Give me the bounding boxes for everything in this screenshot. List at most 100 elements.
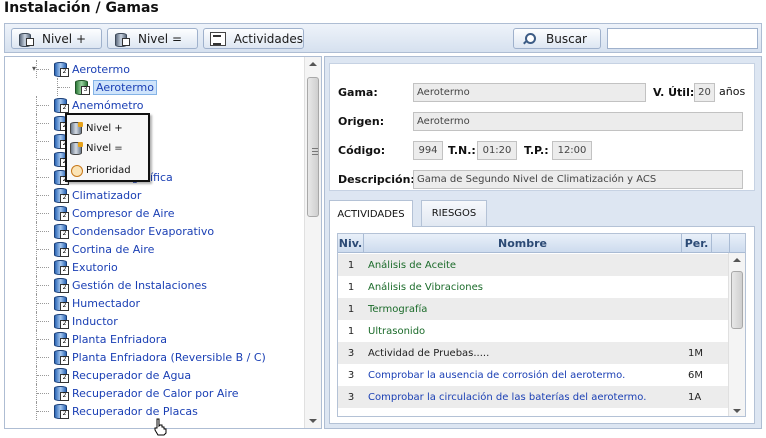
scroll-up-icon[interactable] xyxy=(309,62,317,66)
tree-item[interactable]: Recuperador de Agua xyxy=(5,366,191,384)
tree-item-label: Planta Enfriadora xyxy=(72,332,168,346)
tab-riesgos[interactable]: RIESGOS xyxy=(421,200,487,226)
context-menu: Nivel + Nivel = Prioridad xyxy=(65,113,150,182)
tree-item[interactable]: Compresor de Aire xyxy=(5,204,175,222)
buscar-button[interactable]: Buscar xyxy=(513,28,601,49)
tree-item[interactable]: Recuperador de Placas xyxy=(5,402,198,420)
vutil-field[interactable]: 20 xyxy=(694,83,715,102)
table-row[interactable]: 1 Ultrasonido xyxy=(338,320,730,342)
gama-node-icon xyxy=(53,223,69,239)
actividades-button[interactable]: Actividades xyxy=(203,28,304,49)
scroll-down-icon[interactable] xyxy=(309,419,317,423)
table-row[interactable]: 3 Comprobar la circulación de las batería… xyxy=(338,386,730,408)
expand-icon[interactable] xyxy=(32,191,40,199)
gamas-tree[interactable]: ▾AerotermoAerotermoAnemómetroCSCámara Fr… xyxy=(4,56,322,429)
gama-node-icon xyxy=(53,187,69,203)
gama-field[interactable]: Aerotermo xyxy=(413,83,646,102)
tree-item[interactable]: Cortina de Aire xyxy=(5,240,154,258)
expand-icon[interactable] xyxy=(32,209,40,217)
gama-node-icon xyxy=(53,313,69,329)
tab-actividades[interactable]: ACTIVIDADES xyxy=(329,200,413,227)
nivel-plus-label: Nivel + xyxy=(42,31,86,46)
column-header-nombre[interactable]: Nombre xyxy=(364,234,682,253)
expand-icon[interactable] xyxy=(32,263,40,271)
expand-icon[interactable] xyxy=(32,137,40,145)
nivel-plus-button[interactable]: Nivel + xyxy=(11,28,102,49)
column-header-niv[interactable]: Niv. xyxy=(338,234,364,253)
tree-item[interactable]: Humectador xyxy=(5,294,140,312)
table-row[interactable]: 1 Análisis de Vibraciones xyxy=(338,276,730,298)
tree-item[interactable]: Planta Enfriadora xyxy=(5,330,167,348)
tree-item[interactable]: Inductor xyxy=(5,312,118,330)
tn-field[interactable]: 01:20 xyxy=(477,141,517,160)
tree-scroll-thumb[interactable] xyxy=(307,77,319,217)
codigo-field[interactable]: 994 xyxy=(413,141,443,160)
tree-item-label: Cortina de Aire xyxy=(72,242,155,256)
grid-scroll-thumb[interactable] xyxy=(731,271,743,329)
tree-item[interactable]: ▾ Aerotermo xyxy=(5,60,130,78)
tp-field[interactable]: 12:00 xyxy=(552,141,592,160)
toolbar: Nivel + Nivel = Actividades Buscar xyxy=(4,23,762,53)
cell-niv: 1 xyxy=(347,303,355,315)
expand-icon[interactable] xyxy=(32,299,40,307)
scroll-down-icon[interactable] xyxy=(733,409,741,413)
collapse-icon[interactable]: ▾ xyxy=(32,65,40,73)
table-row[interactable]: 1 Análisis de Aceite xyxy=(338,254,730,276)
context-menu-item-label: Prioridad xyxy=(86,164,131,176)
expand-icon[interactable] xyxy=(32,173,40,181)
cell-niv: 3 xyxy=(347,391,355,403)
expand-icon[interactable] xyxy=(32,101,40,109)
database-icon xyxy=(18,32,34,47)
origen-label: Origen: xyxy=(338,115,385,128)
expand-icon[interactable] xyxy=(32,317,40,325)
table-row[interactable]: 1 Termografía xyxy=(338,298,730,320)
expand-icon[interactable] xyxy=(32,371,40,379)
context-menu-item-nivel-equal[interactable]: Nivel = xyxy=(69,139,147,157)
tree-item-label: Humectador xyxy=(72,296,141,310)
tree-item-label: Anemómetro xyxy=(72,98,144,112)
column-header-per[interactable]: Per. xyxy=(682,234,712,253)
expand-icon[interactable] xyxy=(32,227,40,235)
context-menu-item-nivel-plus[interactable]: Nivel + xyxy=(69,119,147,137)
grid-scrollbar[interactable] xyxy=(728,253,745,416)
search-input[interactable] xyxy=(607,28,758,49)
tree-item[interactable]: Aerotermo xyxy=(5,78,157,96)
expand-icon[interactable] xyxy=(32,389,40,397)
table-row[interactable]: 3 Comprobar la ausencia de corrosión del … xyxy=(338,364,730,386)
context-menu-item-prioridad[interactable]: Prioridad xyxy=(69,161,147,179)
tree-item[interactable]: Anemómetro xyxy=(5,96,144,114)
cell-niv: 1 xyxy=(347,281,355,293)
tree-item[interactable]: Recuperador de Calor por Aire xyxy=(5,384,239,402)
tree-item[interactable]: Climatizador xyxy=(5,186,141,204)
expand-icon[interactable] xyxy=(32,245,40,253)
origen-field[interactable]: Aerotermo xyxy=(413,112,743,131)
tree-item[interactable] xyxy=(5,150,72,168)
cell-niv: 3 xyxy=(347,347,355,359)
expand-icon[interactable] xyxy=(32,407,40,415)
tree-scrollbar[interactable] xyxy=(304,57,321,428)
tree-item[interactable]: Exutorio xyxy=(5,258,118,276)
scroll-up-icon[interactable] xyxy=(733,258,741,262)
cell-per: 1A xyxy=(688,391,702,403)
activities-icon xyxy=(210,31,226,46)
tree-item-label: Gestión de Instalaciones xyxy=(72,278,207,292)
tree-item[interactable]: Gestión de Instalaciones xyxy=(5,276,207,294)
search-icon xyxy=(522,32,538,46)
cell-nombre: Comprobar la ausencia de corrosión del a… xyxy=(368,369,626,381)
descripcion-field[interactable]: Gama de Segundo Nivel de Climatización y… xyxy=(413,170,743,189)
gama-node-icon xyxy=(53,403,69,419)
expand-icon[interactable] xyxy=(32,353,40,361)
expand-icon[interactable] xyxy=(32,335,40,343)
tree-item[interactable]: Planta Enfriadora (Reversible B / C) xyxy=(5,348,266,366)
tree-item-label: Climatizador xyxy=(72,188,142,202)
gama-label: Gama: xyxy=(338,86,378,99)
gama-form: Gama: Aerotermo V. Útil: 20 años Origen:… xyxy=(329,63,755,191)
tree-item[interactable] xyxy=(5,132,72,150)
table-row[interactable]: 3 Actividad de Pruebas..... 1M xyxy=(338,342,730,364)
nivel-equal-button[interactable]: Nivel = xyxy=(107,28,198,49)
codigo-label: Código: xyxy=(338,144,386,157)
expand-icon[interactable] xyxy=(32,119,40,127)
expand-icon[interactable] xyxy=(32,155,40,163)
tree-item[interactable]: Condensador Evaporativo xyxy=(5,222,214,240)
expand-icon[interactable] xyxy=(32,281,40,289)
